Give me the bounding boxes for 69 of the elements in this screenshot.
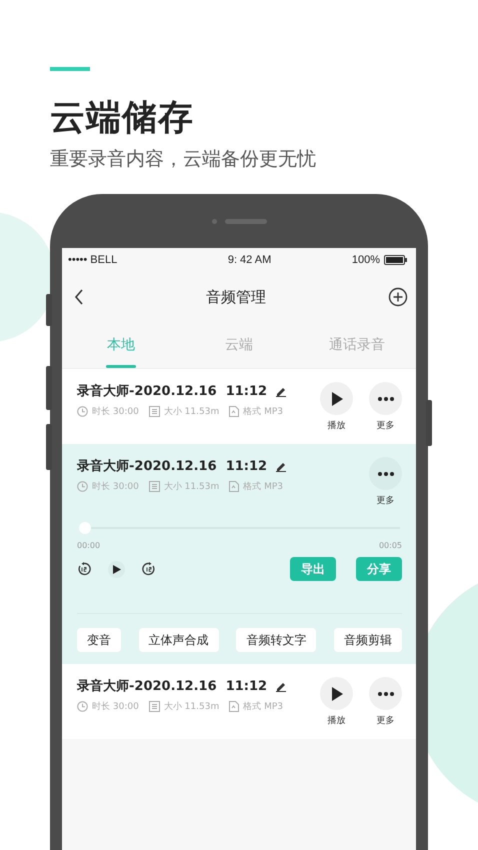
speaker-slot — [224, 218, 266, 224]
plus-circle-icon — [388, 287, 408, 307]
more-icon — [378, 472, 394, 476]
more-icon — [378, 396, 394, 400]
recording-card[interactable]: 录音大师-2020.12.16 11:12 时长 30:00 大小 11.53m 格式 MP3 更多 00:00 00:05 导出 分享 变音 立体声合成 音频转文字 音频剪辑 — [62, 444, 416, 664]
document-icon — [148, 481, 160, 492]
clock-icon — [77, 701, 88, 712]
pencil-icon — [275, 460, 288, 472]
play-button[interactable] — [108, 560, 125, 578]
meta-text: 时长 30:00 — [92, 406, 139, 418]
play-button[interactable] — [320, 677, 353, 710]
more-button[interactable] — [369, 382, 402, 415]
battery-percent: 100% — [352, 254, 380, 266]
more-icon — [378, 692, 394, 696]
forward-icon — [142, 562, 156, 576]
meta-text: 格式 MP3 — [243, 700, 283, 713]
document-icon — [148, 701, 160, 712]
tool-button[interactable]: 音频剪辑 — [334, 628, 402, 652]
recording-title: 录音大师-2020.12.16 11:12 — [77, 678, 268, 695]
meta-text: 大小 11.53m — [164, 406, 220, 418]
chevron-left-icon — [74, 289, 84, 305]
battery-icon — [384, 255, 408, 265]
recording-card[interactable]: 录音大师-2020.12.16 11:12 时长 30:00 大小 11.53m 格式 MP3 播放 更多 — [62, 664, 416, 739]
meta-text: 大小 11.53m — [164, 480, 220, 493]
clock-icon — [77, 406, 88, 417]
carrier-label: ••••• BELL — [68, 254, 118, 266]
more-button[interactable] — [369, 677, 402, 710]
file-icon — [229, 481, 240, 492]
camera-dot — [212, 218, 216, 224]
meta-text: 格式 MP3 — [243, 480, 283, 493]
meta-text: 大小 11.53m — [164, 700, 220, 713]
play-button[interactable] — [320, 382, 353, 415]
elapsed-time: 00:00 — [77, 541, 100, 550]
add-button[interactable] — [388, 287, 408, 307]
headline: 云端储存 — [50, 97, 195, 139]
action-label: 播放 — [328, 714, 346, 727]
recording-card[interactable]: 录音大师-2020.12.16 11:12 时长 30:00 大小 11.53m 格式 MP3 播放 更多 — [62, 369, 416, 444]
pencil-icon — [275, 385, 288, 397]
file-icon — [229, 406, 240, 417]
more-button[interactable] — [369, 457, 402, 490]
clock-icon — [77, 481, 88, 492]
action-label: 更多 — [376, 494, 394, 507]
accent-bar — [50, 67, 90, 71]
rewind-button[interactable] — [77, 562, 91, 576]
play-icon — [330, 686, 342, 700]
status-time: 9: 42 AM — [228, 254, 272, 266]
back-button[interactable] — [74, 289, 84, 305]
document-icon — [148, 406, 160, 417]
tool-button[interactable]: 音频转文字 — [236, 628, 316, 652]
play-icon — [112, 564, 120, 574]
progress-thumb[interactable] — [79, 522, 91, 534]
play-icon — [330, 392, 342, 406]
rewind-icon — [77, 562, 91, 576]
action-label: 更多 — [376, 714, 394, 727]
file-icon — [229, 701, 240, 712]
subheadline: 重要录音内容，云端备份更无忧 — [50, 147, 317, 171]
tool-button[interactable]: 变音 — [77, 628, 121, 652]
total-time: 00:05 — [378, 541, 402, 550]
page-title: 音频管理 — [206, 288, 266, 306]
pencil-icon — [275, 680, 288, 692]
recording-title: 录音大师-2020.12.16 11:12 — [77, 458, 268, 475]
forward-button[interactable] — [142, 562, 156, 576]
action-label: 更多 — [376, 420, 394, 432]
meta-text: 格式 MP3 — [243, 406, 283, 418]
meta-text: 时长 30:00 — [92, 700, 139, 713]
action-label: 播放 — [328, 420, 346, 432]
tool-button[interactable]: 立体声合成 — [138, 628, 219, 652]
recording-title: 录音大师-2020.12.16 11:12 — [77, 382, 268, 400]
meta-text: 时长 30:00 — [92, 480, 139, 493]
